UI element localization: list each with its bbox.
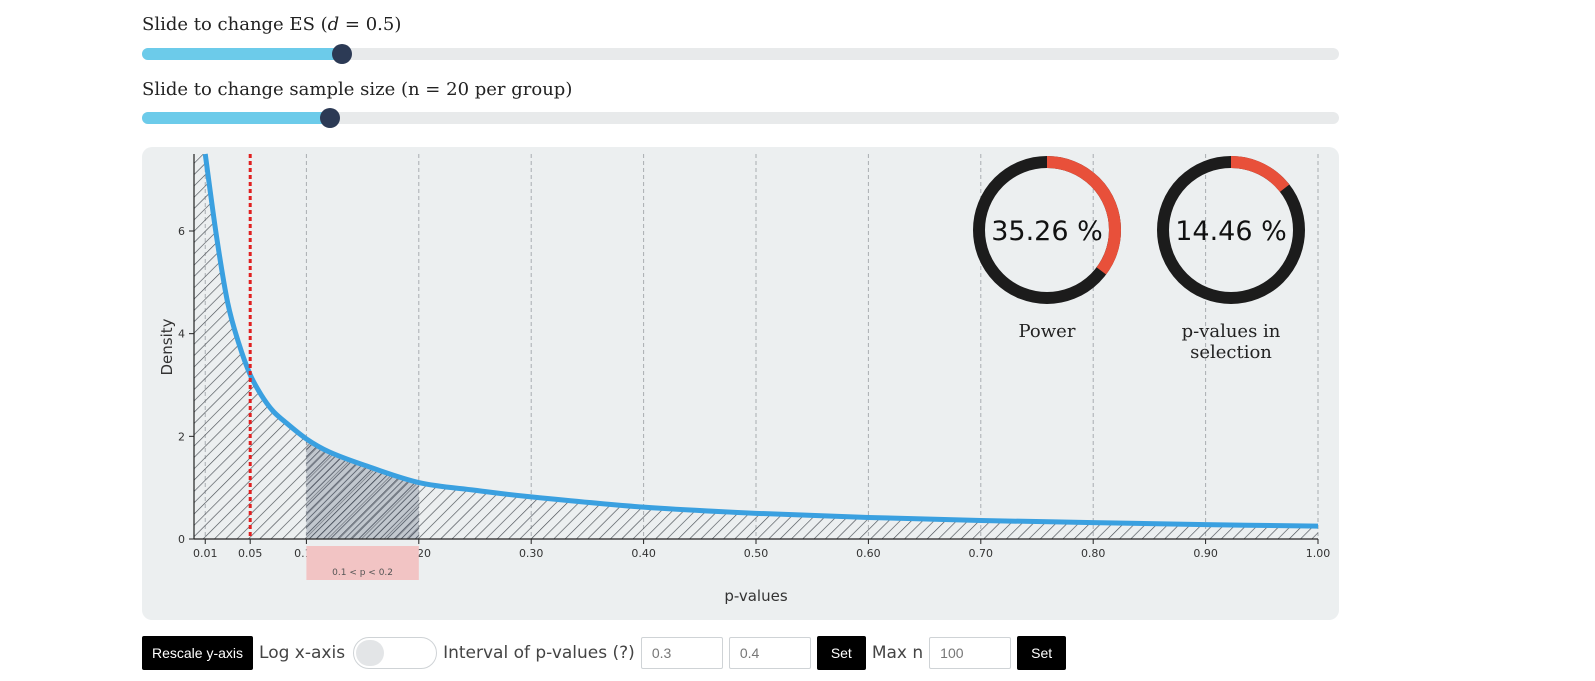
donut-value-text: 14.46 % (1175, 216, 1287, 247)
es-slider-fill (142, 48, 342, 60)
es-slider-block: Slide to change ES (d = 0.5) (142, 14, 1339, 64)
interval-low-input[interactable]: 0.3 (640, 637, 723, 669)
rescale-y-axis-button[interactable]: Rescale y-axis (142, 636, 254, 670)
x-tick-label: 0.50 (744, 547, 769, 560)
es-label-suffix: = 0.5) (339, 14, 402, 35)
set-interval-button[interactable]: Set (816, 636, 866, 670)
power-donut: 35.26 % Power (962, 153, 1132, 342)
power-donut-label: Power (1018, 321, 1076, 342)
max-n-input[interactable]: 100 (929, 637, 1012, 669)
x-tick-label: 0.01 (193, 547, 218, 560)
es-slider-track[interactable] (142, 44, 1339, 64)
interval-high-input[interactable]: 0.4 (728, 637, 811, 669)
power-donut-ring: 35.26 % (973, 156, 1121, 304)
x-tick-label: 0.60 (856, 547, 881, 560)
x-tick-label: 0.30 (519, 547, 544, 560)
area-under-curve-left-edge (194, 154, 206, 539)
x-tick-label: 0.05 (238, 547, 263, 560)
n-slider-label: Slide to change sample size (n = 20 per … (142, 79, 573, 100)
controls-row: Rescale y-axis Log x-axis Interval of p-… (142, 636, 1067, 670)
y-tick-label: 2 (178, 430, 185, 443)
x-tick-label: 1.00 (1306, 547, 1331, 560)
es-slider-thumb[interactable] (331, 44, 352, 64)
selection-donut-ring: 14.46 % (1157, 156, 1305, 304)
n-slider-block: Slide to change sample size (n = 20 per … (142, 79, 1339, 128)
max-n-label: Max n (871, 643, 924, 663)
y-tick-label: 0 (178, 533, 185, 546)
es-label-prefix: Slide to change ES ( (142, 14, 328, 35)
donut-value-text: 35.26 % (991, 216, 1103, 247)
log-x-axis-toggle-knob (356, 640, 385, 666)
log-x-axis-label: Log x-axis (259, 643, 346, 663)
selection-donut-label: p-values in selection (1181, 321, 1281, 363)
y-tick-label: 6 (178, 225, 185, 238)
x-tick-label: 0.70 (969, 547, 994, 560)
y-axis-label: Density (158, 318, 176, 375)
x-tick-label: 0.80 (1081, 547, 1106, 560)
n-slider-track[interactable] (142, 108, 1339, 128)
y-tick-label: 4 (178, 328, 185, 341)
x-tick-label: 0.40 (631, 547, 656, 560)
n-slider-thumb[interactable] (319, 108, 340, 128)
es-slider-label: Slide to change ES (d = 0.5) (142, 14, 1339, 35)
chart-panel: 02460.010.050.100.200.300.400.500.600.70… (142, 147, 1339, 620)
selection-donut: 14.46 % p-values in selection (1146, 153, 1316, 363)
selected-area-hatch (306, 438, 419, 539)
x-axis-label: p-values (724, 587, 788, 605)
n-slider-fill (142, 112, 330, 124)
log-x-axis-toggle[interactable] (353, 637, 438, 669)
x-tick-label: 0.90 (1193, 547, 1218, 560)
set-max-n-button[interactable]: Set (1017, 636, 1067, 670)
es-label-symbol: d (327, 14, 340, 35)
selection-band-label: 0.1 < p < 0.2 (332, 568, 393, 578)
interval-label: Interval of p-values (?) (443, 643, 635, 663)
